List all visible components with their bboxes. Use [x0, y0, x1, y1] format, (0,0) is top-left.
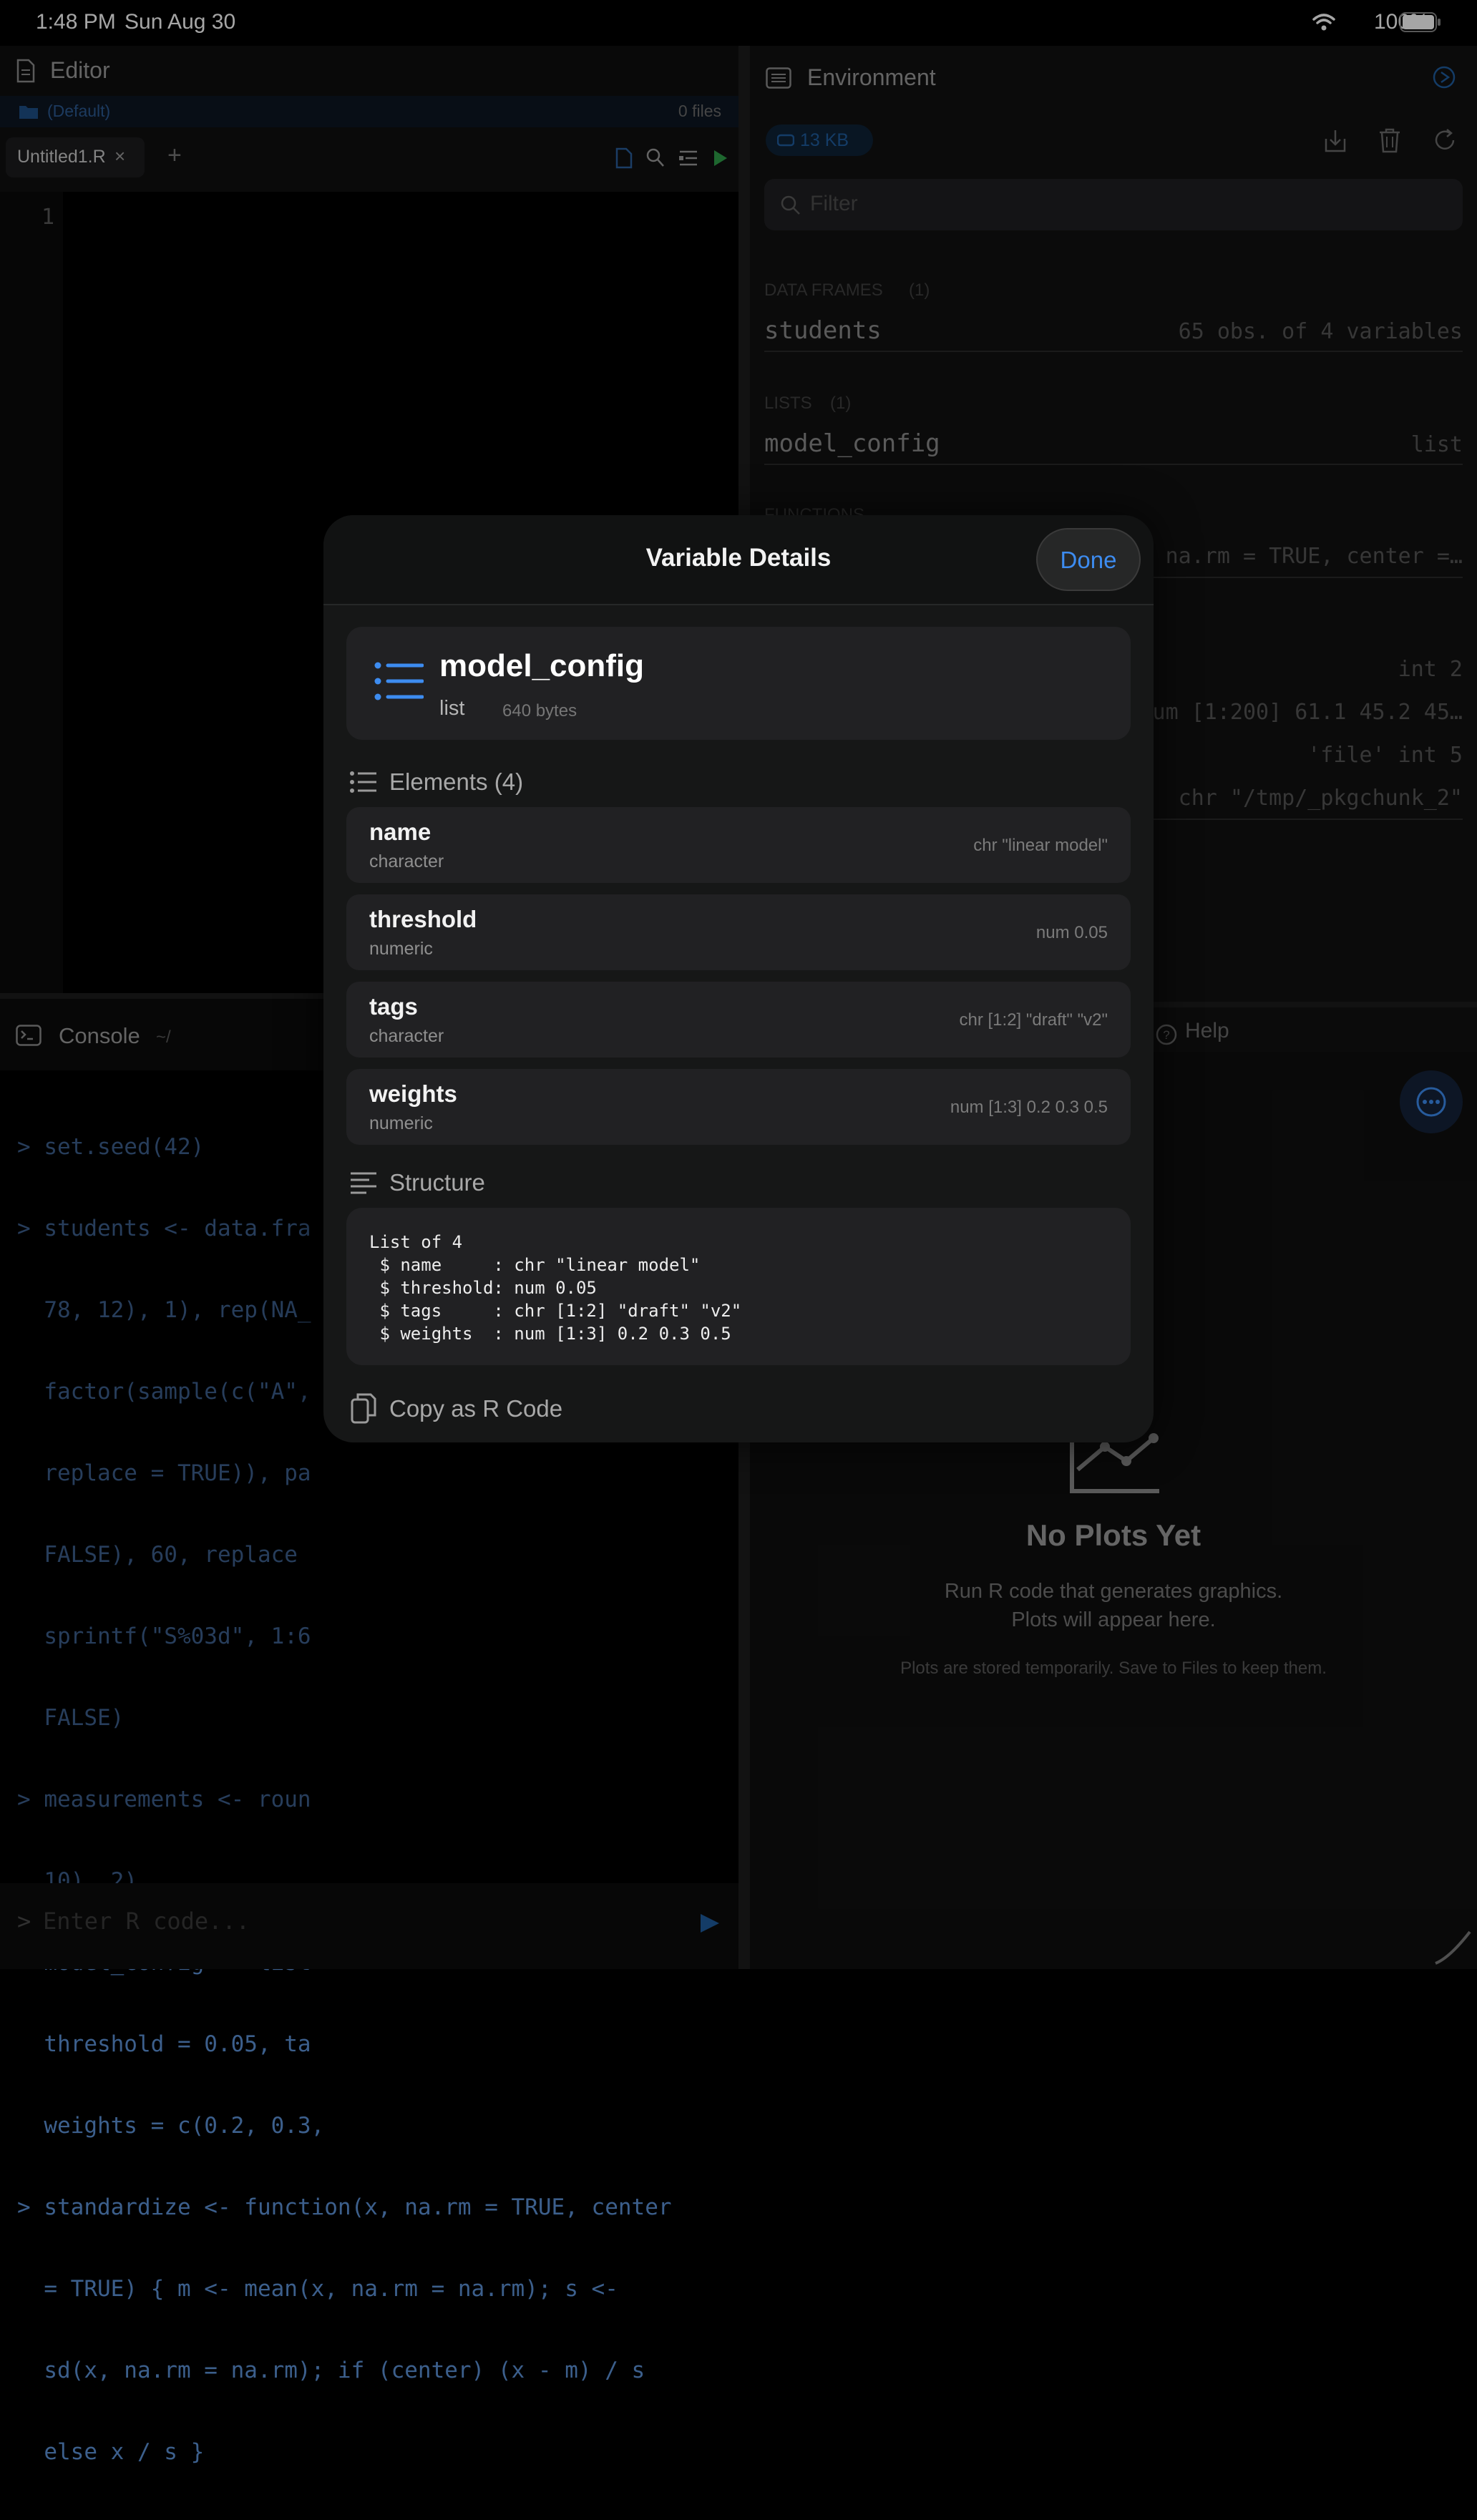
element-value: num [1:3] 0.2 0.3 0.5 — [950, 1098, 1108, 1117]
variable-type: list — [439, 697, 465, 720]
copy-as-r-code-button[interactable]: Copy as R Code — [346, 1390, 575, 1430]
element-value: num 0.05 — [1035, 923, 1108, 942]
element-row[interactable]: weights numeric num [1:3] 0.2 0.3 0.5 — [346, 1069, 1131, 1145]
modal-title: Variable Details — [645, 544, 832, 572]
variable-details-modal: Variable Details Done model_config list … — [323, 515, 1154, 1442]
elements-heading: Elements (4) — [389, 768, 524, 795]
variable-name: model_config — [439, 648, 645, 683]
console-line: threshold = 0.05, ta — [17, 2031, 311, 2057]
done-button[interactable]: Done — [1036, 528, 1141, 591]
element-type: character — [369, 851, 444, 871]
element-name: tags — [369, 993, 418, 1020]
copy-label: Copy as R Code — [389, 1395, 563, 1422]
element-name: name — [369, 819, 432, 845]
console-line: sd(x, na.rm = na.rm); if (center) (x - m… — [17, 2358, 645, 2383]
text-align-icon — [351, 1172, 376, 1194]
element-row[interactable]: threshold numeric num 0.05 — [346, 894, 1131, 970]
copy-icon — [351, 1393, 376, 1424]
element-type: numeric — [369, 1113, 433, 1133]
element-name: weights — [369, 1080, 457, 1107]
structure-heading: Structure — [389, 1169, 485, 1196]
structure-box: List of 4 $ name : chr "linear model" $ … — [346, 1208, 1131, 1365]
console-line: weights = c(0.2, 0.3, — [17, 2113, 325, 2139]
console-line: else x / s } — [17, 2439, 205, 2465]
list-bullet-icon — [350, 771, 376, 793]
modal-header: Variable Details Done — [323, 515, 1154, 605]
structure-text: List of 4 $ name : chr "linear model" $ … — [369, 1232, 742, 1344]
console-line: > standardize <- function(x, na.rm = TRU… — [17, 2194, 672, 2220]
done-label: Done — [1060, 547, 1117, 573]
element-type: numeric — [369, 939, 433, 959]
element-type: character — [369, 1026, 444, 1046]
element-value: chr [1:2] "draft" "v2" — [959, 1010, 1108, 1030]
console-line: = TRUE) { m <- mean(x, na.rm = na.rm); s… — [17, 2276, 618, 2302]
variable-size: 640 bytes — [502, 701, 577, 721]
element-value: chr "linear model" — [973, 836, 1108, 855]
variable-summary-card: model_config list 640 bytes — [346, 627, 1131, 740]
element-name: threshold — [369, 906, 477, 932]
list-icon — [374, 662, 424, 700]
element-row[interactable]: name character chr "linear model" — [346, 807, 1131, 883]
element-row[interactable]: tags character chr [1:2] "draft" "v2" — [346, 982, 1131, 1058]
